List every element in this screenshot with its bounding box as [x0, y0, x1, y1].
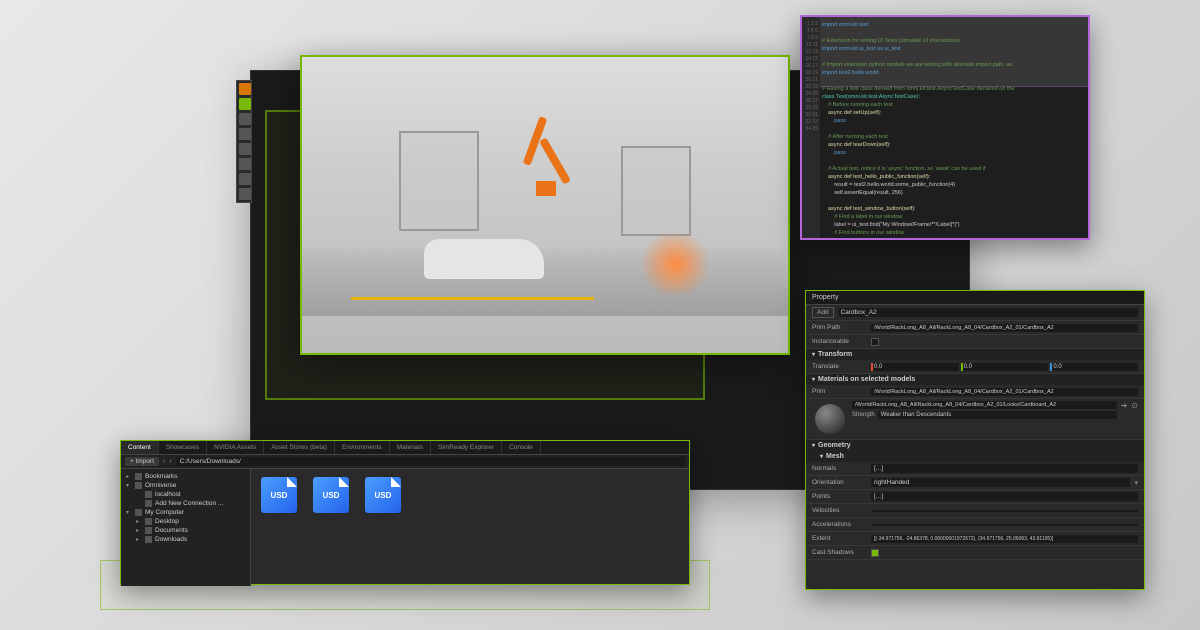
tab-content[interactable]: Content: [121, 441, 159, 454]
vertical-toolbar: [236, 80, 252, 203]
usd-file-icon: USD: [365, 477, 401, 513]
tool-pause-icon[interactable]: [239, 173, 251, 185]
extent-label: Extent: [812, 535, 867, 542]
code-gutter: 1 2 3 4 5 6 7 8 9 10 11 12 13 14 15 16 1…: [802, 17, 820, 238]
prim-name[interactable]: Cardbox_A2: [838, 308, 1138, 317]
content-files: USD USD USD: [251, 469, 689, 586]
orientation-label: Orientation: [812, 479, 867, 486]
path-field[interactable]: C:/Users/Downloads/: [176, 457, 685, 466]
code-body[interactable]: import omni.kit.test # Extension for wri…: [822, 21, 1084, 240]
velocities-value[interactable]: [871, 510, 1138, 512]
tab-console[interactable]: Console: [502, 441, 541, 454]
tab-showcases[interactable]: Showcases: [159, 441, 207, 454]
velocities-label: Velocities: [812, 507, 867, 514]
tab-simready-explorer[interactable]: SimReady Explorer: [431, 441, 502, 454]
mat-prim-value: /World/RackLong_A8_All/RackLong_A8_04/Ca…: [871, 388, 1138, 396]
property-title: Property: [806, 291, 1144, 305]
prim-path-label: Prim Path: [812, 324, 867, 331]
materials-section[interactable]: Materials on selected models: [806, 374, 1144, 385]
instanceable-label: Instanceable: [812, 338, 867, 345]
content-tree: ▸Bookmarks▾OmniverselocalhostAdd New Con…: [121, 469, 251, 586]
normals-value[interactable]: [...]: [871, 464, 1138, 473]
tree-item-desktop[interactable]: ▸Desktop: [124, 517, 247, 526]
accelerations-value[interactable]: [871, 524, 1138, 526]
tree-item-add-new-connection-[interactable]: Add New Connection ...: [124, 499, 247, 508]
tab-nvidia-assets[interactable]: NVIDIA Assets: [207, 441, 264, 454]
tree-item-omniverse[interactable]: ▾Omniverse: [124, 481, 247, 490]
tree-item-my-computer[interactable]: ▾My Computer: [124, 508, 247, 517]
tree-item-localhost[interactable]: localhost: [124, 490, 247, 499]
tool-rotate-icon[interactable]: [239, 113, 251, 125]
geometry-section[interactable]: Geometry: [806, 440, 1144, 451]
tool-play-icon[interactable]: [239, 158, 251, 170]
points-value[interactable]: [...]: [871, 492, 1138, 501]
strength-value[interactable]: Weaker than Descendants: [878, 411, 1117, 419]
content-tabs: ContentShowcasesNVIDIA AssetsAsset Store…: [121, 441, 689, 455]
import-button[interactable]: + Import: [125, 457, 159, 466]
property-panel: Property Add Cardbox_A2 Prim Path /World…: [805, 290, 1145, 590]
viewport-panel[interactable]: [300, 55, 790, 355]
instanceable-checkbox[interactable]: [871, 338, 879, 346]
tab-environments[interactable]: Environments: [335, 441, 390, 454]
tool-stop-icon[interactable]: [239, 188, 251, 200]
file-item[interactable]: USD: [259, 477, 299, 578]
usd-file-icon: USD: [261, 477, 297, 513]
orientation-value[interactable]: rightHanded: [871, 478, 1130, 487]
mat-prim-label: Prim: [812, 388, 867, 395]
tab-asset-stores-beta-[interactable]: Asset Stores (beta): [264, 441, 335, 454]
file-item[interactable]: USD: [363, 477, 403, 578]
cast-shadows-checkbox[interactable]: [871, 549, 879, 557]
locate-icon[interactable]: ⊙: [1131, 401, 1138, 410]
prim-path-value[interactable]: /World/RackLong_A8_All/RackLong_A8_04/Ca…: [871, 324, 1138, 332]
cast-shadows-label: Cast Shadows: [812, 549, 867, 556]
file-item[interactable]: USD: [311, 477, 351, 578]
tool-snap-icon[interactable]: [239, 143, 251, 155]
tab-materials[interactable]: Materials: [390, 441, 431, 454]
tree-item-bookmarks[interactable]: ▸Bookmarks: [124, 472, 247, 481]
content-browser-panel: ContentShowcasesNVIDIA AssetsAsset Store…: [120, 440, 690, 585]
translate-label: Translate: [812, 363, 867, 370]
code-editor-panel[interactable]: 1 2 3 4 5 6 7 8 9 10 11 12 13 14 15 16 1…: [800, 15, 1090, 240]
tool-move-icon[interactable]: [239, 98, 251, 110]
tree-item-documents[interactable]: ▸Documents: [124, 526, 247, 535]
tool-scale-icon[interactable]: [239, 128, 251, 140]
extent-value[interactable]: [(-34.971756, -24.86378, 0.0000000197267…: [871, 535, 1138, 543]
content-toolbar: + Import ‹ › C:/Users/Downloads/: [121, 455, 689, 469]
nav-back-icon[interactable]: ‹: [163, 458, 165, 465]
translate-z[interactable]: 0.0: [1050, 363, 1138, 371]
translate-y[interactable]: 0.0: [961, 363, 1049, 371]
material-preview-sphere[interactable]: [815, 404, 845, 434]
add-button[interactable]: Add: [812, 307, 834, 318]
normals-label: Normals: [812, 465, 867, 472]
usd-file-icon: USD: [313, 477, 349, 513]
viewport-scene[interactable]: [302, 57, 788, 353]
goto-icon[interactable]: ➜: [1121, 401, 1128, 410]
mesh-section[interactable]: Mesh: [806, 451, 1144, 462]
translate-x[interactable]: 0.0: [871, 363, 959, 371]
points-label: Points: [812, 493, 867, 500]
transform-section[interactable]: Transform: [806, 349, 1144, 360]
tree-item-downloads[interactable]: ▸Downloads: [124, 535, 247, 544]
tool-select-icon[interactable]: [239, 83, 251, 95]
strength-label: Strength: [852, 412, 875, 418]
material-path[interactable]: /World/RackLong_A8_All/RackLong_A8_04/Ca…: [852, 401, 1117, 409]
accelerations-label: Accelerations: [812, 521, 867, 528]
nav-fwd-icon[interactable]: ›: [169, 458, 171, 465]
